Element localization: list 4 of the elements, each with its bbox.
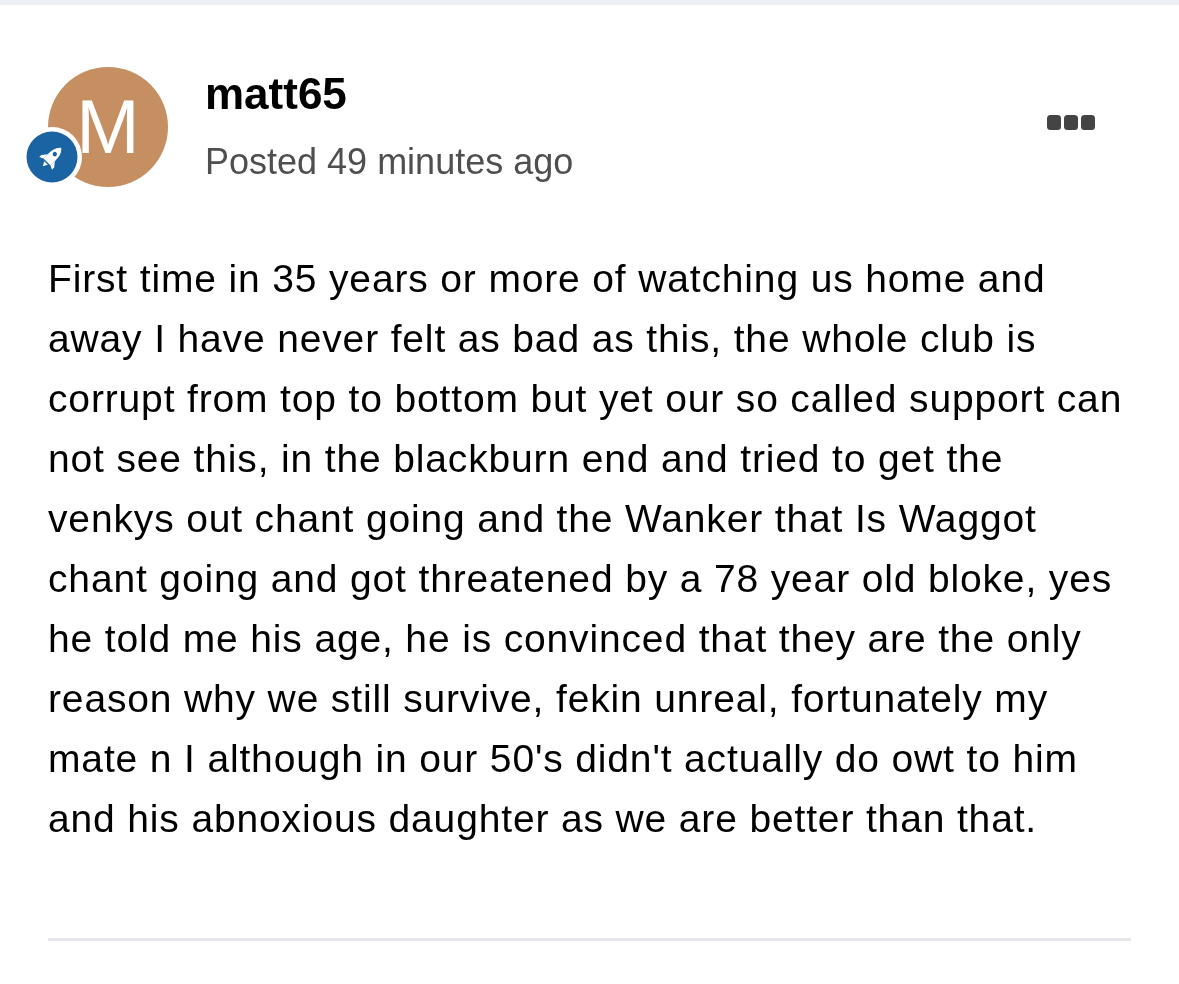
- more-options-icon[interactable]: [1047, 115, 1095, 130]
- author-name[interactable]: matt65: [205, 68, 1047, 120]
- post-text: First time in 35 years or more of watching us home and away I have never felt as bad as this, the whole club is corrupt from top to bottom but yet our so called support can not see this, in the blackburn end and tried to get the venkys out chant going and the Wanker that Is Waggot chant going and got threatened by a 78 year old bloke, yes he told me his age, he is convinced that they are the only reason why we still survive, fekin unreal, fortunately my mate n I although in our 50's didn't actually do owt to him and his abnoxious daughter as we are better than that.: [48, 256, 1124, 842]
- post-time: Posted 49 minutes ago: [205, 140, 575, 184]
